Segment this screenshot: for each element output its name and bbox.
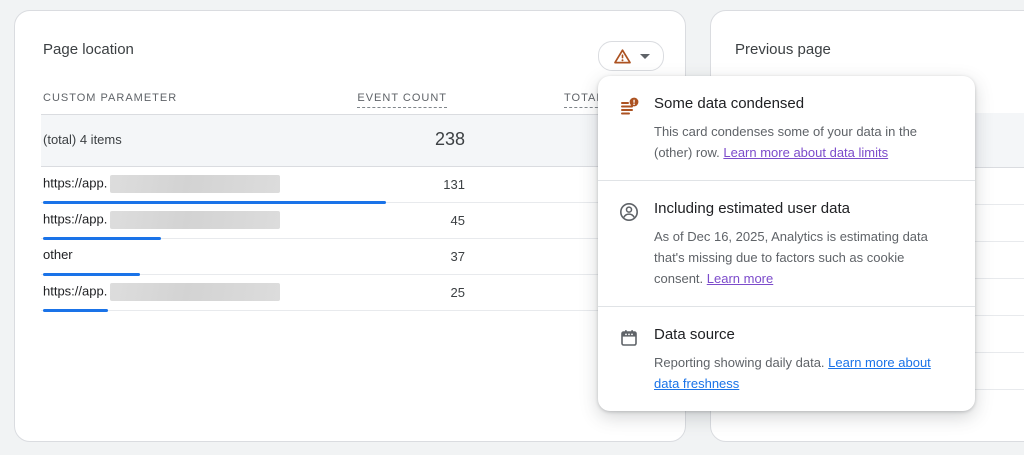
data-quality-button[interactable] bbox=[598, 41, 664, 71]
row-label: https://app. bbox=[43, 175, 280, 193]
table-header: CUSTOM PARAMETER EVENT COUNT TOTAL bbox=[41, 89, 659, 114]
popover-section-data-source: Data source Reporting showing daily data… bbox=[598, 306, 975, 411]
popover-section-estimated-user-data: Including estimated user data As of Dec … bbox=[598, 180, 975, 306]
popover-section-data-condensed: Some data condensed This card condenses … bbox=[598, 76, 975, 180]
chevron-down-icon bbox=[640, 54, 650, 59]
row-label: https://app. bbox=[43, 283, 280, 301]
popover-section-title: Data source bbox=[654, 326, 951, 343]
page: Page location CUSTOM PARAMETER EVENT COU… bbox=[0, 0, 1024, 455]
calendar-icon bbox=[618, 326, 640, 394]
condensed-data-icon bbox=[618, 95, 640, 163]
popover-section-title: Some data condensed bbox=[654, 95, 951, 112]
warning-triangle-icon bbox=[613, 48, 632, 65]
column-event-count[interactable]: EVENT COUNT bbox=[357, 92, 447, 108]
row-event-count: 45 bbox=[451, 213, 465, 228]
row-event-count: 37 bbox=[451, 249, 465, 264]
page-location-card: Page location CUSTOM PARAMETER EVENT COU… bbox=[14, 10, 686, 442]
learn-more-data-limits-link[interactable]: Learn more about data limits bbox=[723, 145, 888, 160]
total-row-label: (total) 4 items bbox=[43, 132, 122, 147]
table-row[interactable]: https://app. 131 bbox=[41, 167, 659, 203]
row-label: other bbox=[43, 247, 73, 262]
redacted-text bbox=[110, 175, 280, 193]
table-row[interactable]: other 37 bbox=[41, 239, 659, 275]
card-title: Previous page bbox=[735, 41, 831, 58]
total-row: (total) 4 items 238 bbox=[41, 115, 659, 167]
event-count-bar bbox=[43, 309, 108, 312]
row-event-count: 25 bbox=[451, 285, 465, 300]
column-custom-parameter: CUSTOM PARAMETER bbox=[43, 92, 177, 104]
redacted-text bbox=[110, 211, 280, 229]
table-row[interactable]: https://app. 25 bbox=[41, 275, 659, 311]
data-quality-popover: Some data condensed This card condenses … bbox=[598, 76, 975, 411]
row-event-count: 131 bbox=[443, 177, 465, 192]
card-title: Page location bbox=[43, 41, 134, 58]
popover-section-body: Reporting showing daily data. Learn more… bbox=[654, 352, 951, 394]
redacted-text bbox=[110, 283, 280, 301]
popover-section-body: This card condenses some of your data in… bbox=[654, 121, 951, 163]
table-row[interactable]: https://app. 45 bbox=[41, 203, 659, 239]
learn-more-estimation-link[interactable]: Learn more bbox=[707, 271, 773, 286]
estimated-user-icon bbox=[618, 200, 640, 289]
popover-section-body: As of Dec 16, 2025, Analytics is estimat… bbox=[654, 226, 951, 289]
row-label: https://app. bbox=[43, 211, 280, 229]
total-row-value: 238 bbox=[435, 129, 465, 150]
popover-section-title: Including estimated user data bbox=[654, 200, 951, 217]
page-location-table: CUSTOM PARAMETER EVENT COUNT TOTAL (tota… bbox=[41, 89, 659, 311]
